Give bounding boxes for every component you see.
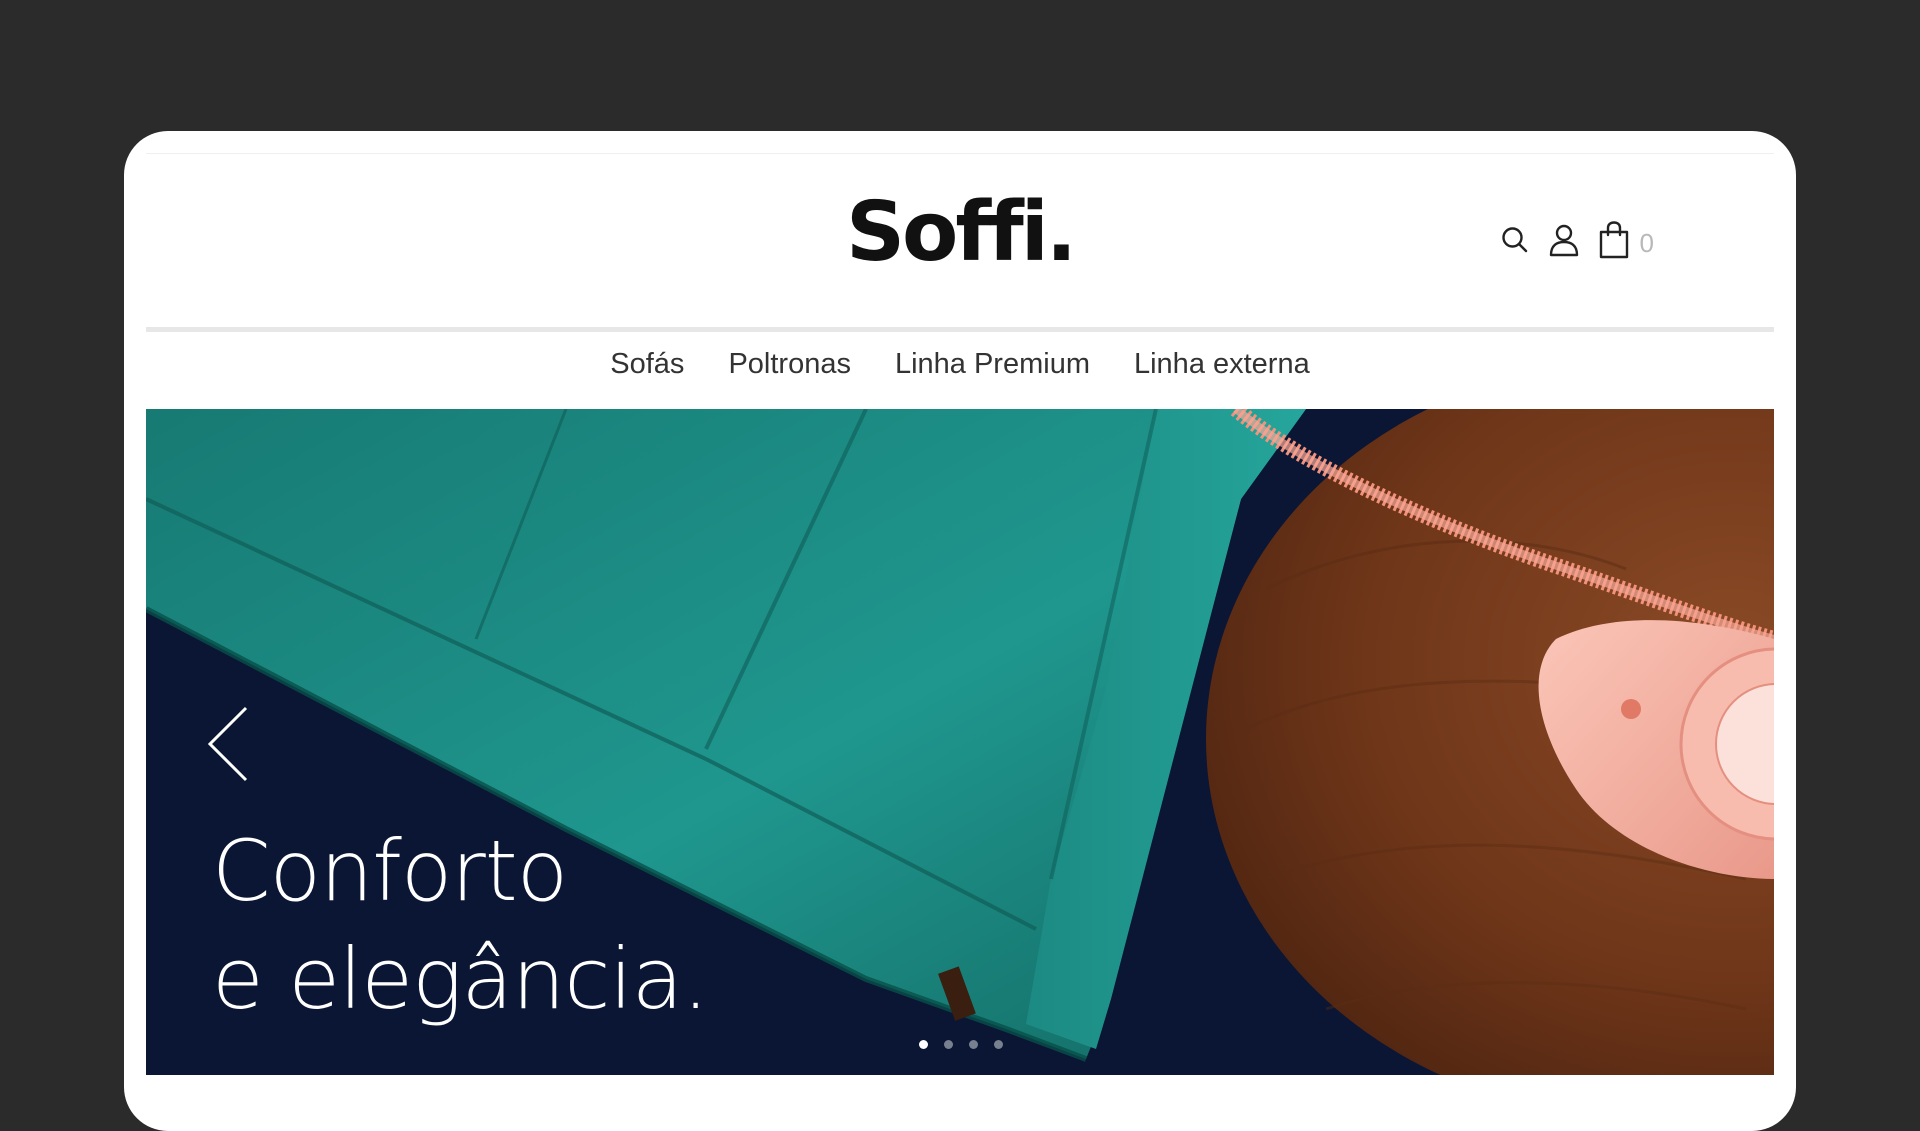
nav-item-poltronas[interactable]: Poltronas (728, 348, 851, 381)
site-header: Soffi. 0 (146, 154, 1774, 328)
hero-title-line2: e elegância. (212, 930, 709, 1028)
main-nav: Sofás Poltronas Linha Premium Linha exte… (146, 332, 1774, 397)
header-icons: 0 (1500, 220, 1654, 259)
hero-title-line1: Conforto (212, 822, 568, 920)
shopping-bag-icon[interactable] (1598, 220, 1630, 259)
cart-count[interactable]: 0 (1640, 228, 1654, 259)
nav-item-sofas[interactable]: Sofás (610, 348, 684, 381)
carousel-dot[interactable] (994, 1040, 1003, 1049)
carousel-dot[interactable] (919, 1040, 928, 1049)
nav-item-linha-premium[interactable]: Linha Premium (895, 348, 1090, 381)
carousel-dots (919, 1040, 1003, 1049)
search-icon[interactable] (1500, 225, 1530, 255)
hero-banner: Conforto e elegância. (146, 409, 1774, 1075)
nav-item-linha-externa[interactable]: Linha externa (1134, 348, 1310, 381)
carousel-dot[interactable] (969, 1040, 978, 1049)
chevron-left-icon[interactable] (206, 704, 250, 789)
hero-title: Conforto e elegância. (212, 817, 709, 1033)
carousel-dot[interactable] (944, 1040, 953, 1049)
user-icon[interactable] (1548, 223, 1580, 257)
tablet-frame: Soffi. 0 Sofás Poltronas Linha Premium L… (124, 131, 1796, 1131)
